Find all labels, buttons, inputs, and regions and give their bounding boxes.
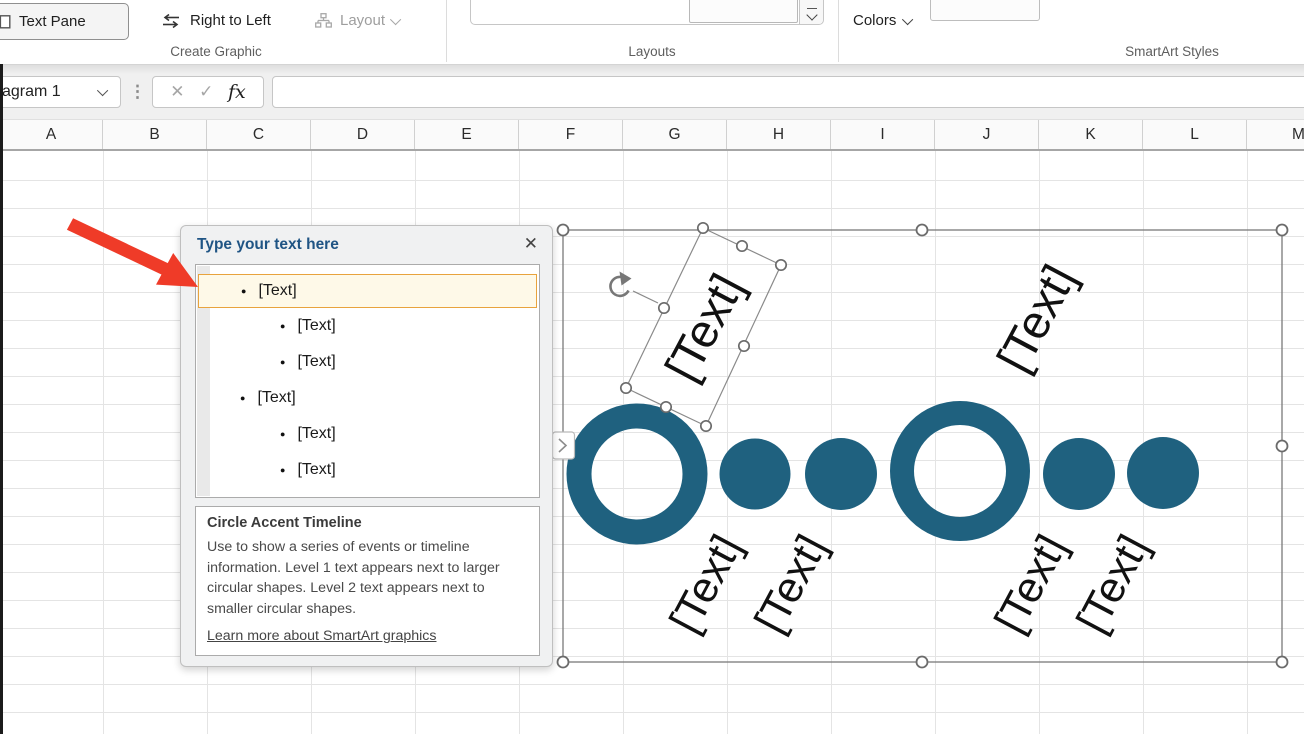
close-icon[interactable]: ✕	[524, 234, 538, 254]
text-pane-item[interactable]: ● [Text]	[198, 416, 537, 452]
text-pane-button[interactable]: Text Pane	[0, 3, 129, 40]
column-header-G[interactable]: G	[623, 120, 727, 149]
column-header-B[interactable]: B	[103, 120, 207, 149]
drag-handle-dots-icon[interactable]: ⋮	[129, 82, 146, 102]
bullet-icon: ●	[241, 286, 247, 296]
text-pane-item[interactable]: ● [Text]	[198, 308, 537, 344]
text-pane-item[interactable]: ● [Text]	[198, 452, 537, 488]
create-graphic-group-label: Create Graphic	[170, 44, 262, 59]
layout-description-body: Use to show a series of events or timeli…	[207, 539, 500, 617]
text-pane-item[interactable]: ● [Text]	[198, 380, 537, 416]
ribbon: Text Pane Right to Left Layout Create Gr…	[0, 0, 1304, 65]
column-header-D[interactable]: D	[311, 120, 415, 149]
chevron-down-icon	[902, 13, 914, 25]
formula-controls: ✕ ✓ fx	[152, 76, 264, 108]
layout-button-label: Layout	[340, 12, 386, 29]
bullet-icon: ●	[280, 357, 286, 367]
window-left-edge	[0, 64, 3, 734]
text-pane-title: Type your text here	[197, 236, 339, 253]
right-to-left-button[interactable]: Right to Left	[150, 3, 281, 38]
text-pane-list: ● [Text] ● [Text] ● [Text] ● [Text] ● [Text] ● [Tex…	[195, 264, 540, 498]
layout-description-panel: Circle Accent Timeline Use to show a ser…	[195, 506, 540, 656]
chevron-down-icon	[389, 13, 402, 25]
layouts-group-label: Layouts	[628, 44, 676, 59]
text-pane-button-label: Text Pane	[19, 13, 86, 30]
smartart-styles-group-label: SmartArt Styles	[1125, 44, 1219, 59]
group-divider	[446, 0, 447, 62]
column-header-I[interactable]: I	[831, 120, 935, 149]
text-pane-item-label: [Text]	[297, 317, 336, 334]
layout-description-title: Circle Accent Timeline	[207, 515, 362, 531]
formula-bar: agram 1 ⋮ ✕ ✓ fx	[0, 65, 1304, 119]
layouts-gallery-more-button[interactable]	[799, 0, 823, 24]
column-header-K[interactable]: K	[1039, 120, 1143, 149]
text-pane-item-label: [Text]	[258, 282, 297, 299]
column-header-M[interactable]: M	[1247, 120, 1304, 149]
right-to-left-button-label: Right to Left	[190, 12, 271, 29]
bullet-icon: ●	[240, 393, 246, 403]
text-pane-item-label: [Text]	[297, 461, 336, 478]
learn-more-link[interactable]: Learn more about SmartArt graphics	[207, 628, 436, 644]
smartart-styles-gallery-cell[interactable]	[930, 0, 1040, 21]
bullet-icon: ●	[280, 429, 286, 439]
bullet-icon: ●	[280, 465, 286, 475]
column-header-A[interactable]: A	[0, 120, 103, 149]
name-box[interactable]: agram 1	[0, 76, 121, 108]
formula-input[interactable]	[272, 76, 1304, 108]
layouts-gallery[interactable]	[470, 0, 824, 25]
layout-button[interactable]: Layout	[305, 3, 411, 38]
layouts-gallery-cell[interactable]	[689, 0, 798, 23]
column-headers: ABCDEFGHIJKLM	[0, 119, 1304, 151]
column-header-H[interactable]: H	[727, 120, 831, 149]
column-header-L[interactable]: L	[1143, 120, 1247, 149]
group-divider	[838, 0, 839, 62]
chevron-down-icon	[805, 9, 818, 21]
column-header-J[interactable]: J	[935, 120, 1039, 149]
insert-function-icon[interactable]: fx	[228, 81, 246, 103]
column-header-C[interactable]: C	[207, 120, 311, 149]
text-pane-item-label: [Text]	[297, 425, 336, 442]
text-pane-item-label: [Text]	[297, 353, 336, 370]
colors-button-label: Colors	[853, 12, 897, 29]
excel-window: Text Pane Right to Left Layout Create Gr…	[0, 0, 1304, 734]
chevron-down-icon[interactable]	[96, 84, 109, 97]
enter-icon[interactable]: ✓	[199, 82, 213, 102]
column-header-E[interactable]: E	[415, 120, 519, 149]
text-pane-window: Type your text here ✕ ● [Text] ● [Text] ● [Te…	[180, 225, 553, 667]
column-header-F[interactable]: F	[519, 120, 623, 149]
colors-button[interactable]: Colors	[843, 3, 923, 38]
text-pane-item-label: [Text]	[257, 389, 296, 406]
text-pane-item[interactable]: ● [Text]	[198, 344, 537, 380]
text-pane-icon	[0, 14, 11, 29]
bullet-icon: ●	[280, 321, 286, 331]
text-pane-item[interactable]: ● [Text]	[198, 274, 537, 308]
org-chart-icon	[315, 13, 332, 28]
right-to-left-icon	[163, 13, 179, 28]
name-box-value: agram 1	[2, 83, 61, 100]
cancel-icon[interactable]: ✕	[170, 82, 184, 102]
